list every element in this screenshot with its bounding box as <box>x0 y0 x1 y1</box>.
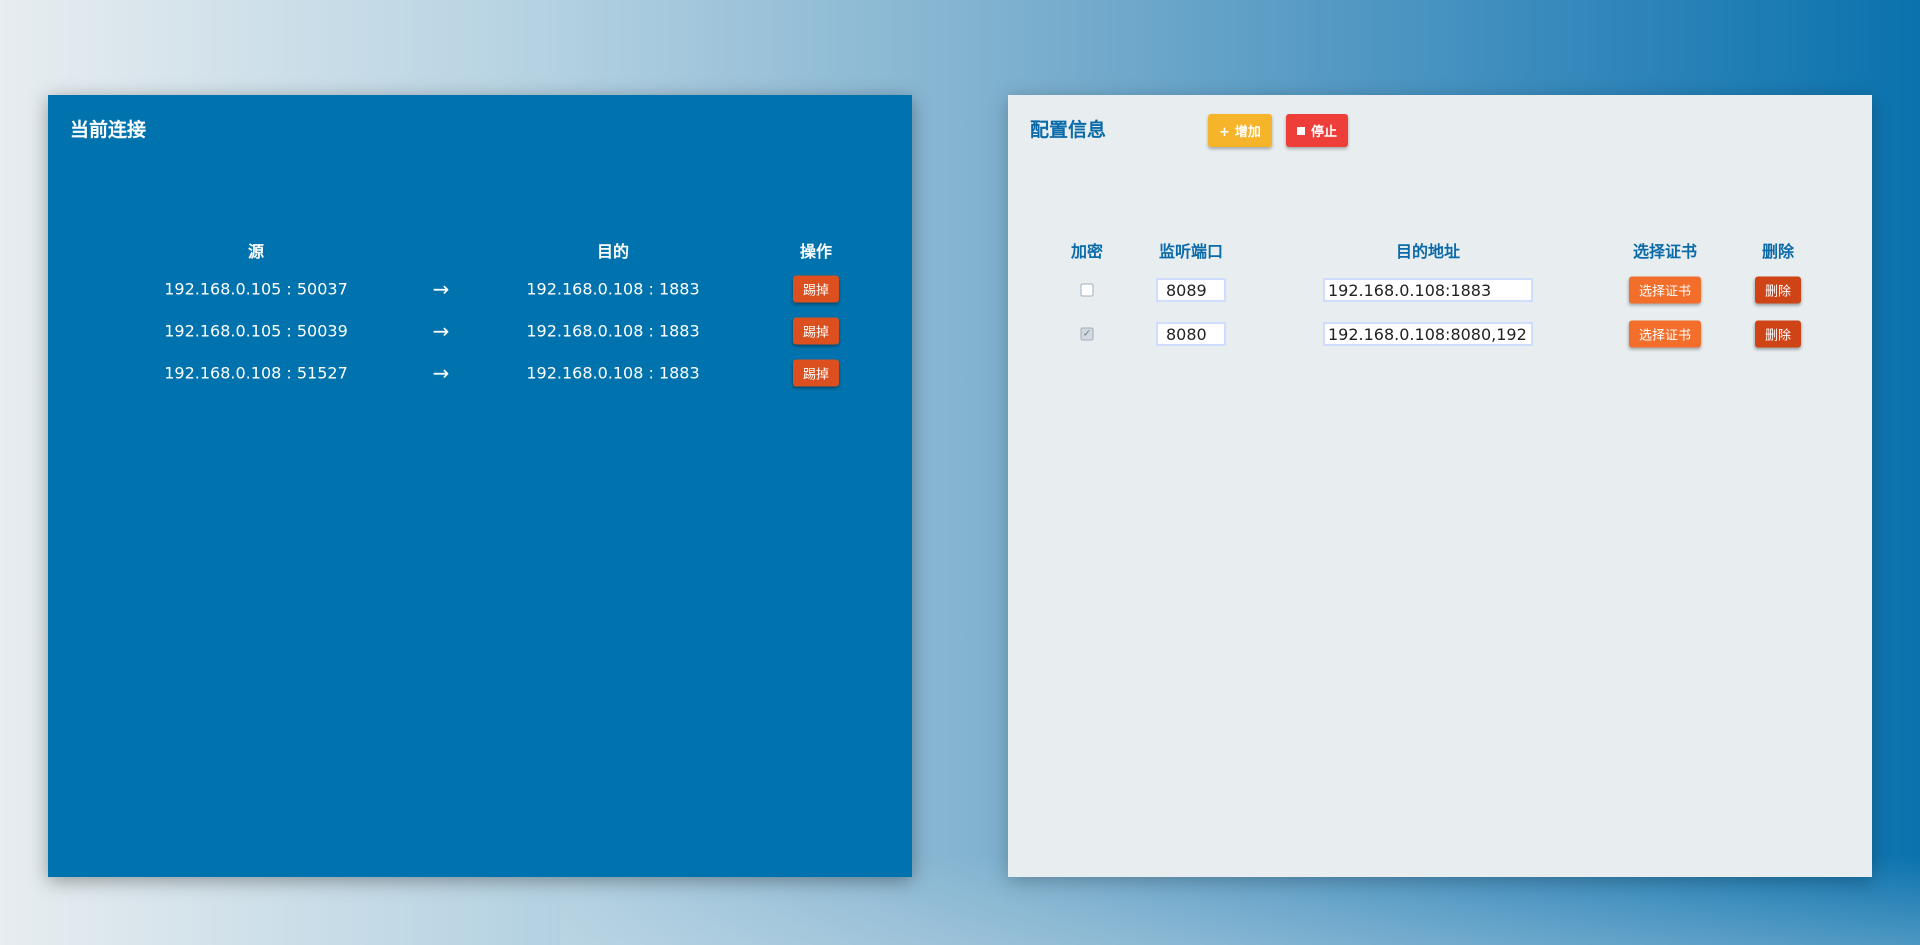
connection-row: 192.168.0.105 : 50037 → 192.168.0.108 : … <box>48 268 912 310</box>
current-connections-panel: 当前连接 源 目的 操作 192.168.0.105 : 50037 → 192… <box>48 95 912 877</box>
header-cert: 选择证书 <box>1632 242 1698 261</box>
header-dest: 目的 <box>596 242 630 261</box>
header-dest-address: 目的地址 <box>1395 242 1461 261</box>
connection-row: 192.168.0.108 : 51527 → 192.168.0.108 : … <box>48 352 912 394</box>
kick-button[interactable]: 踢掉 <box>792 275 840 303</box>
config-title: 配置信息 <box>1030 119 1107 141</box>
connection-row: 192.168.0.105 : 50039 → 192.168.0.108 : … <box>48 310 912 352</box>
plus-icon: + <box>1219 125 1230 140</box>
header-encrypt: 加密 <box>1070 242 1104 261</box>
connections-header-row: 源 目的 操作 <box>48 232 912 268</box>
delete-button[interactable]: 删除 <box>1754 320 1802 348</box>
config-row: 选择证书 删除 <box>1008 270 1872 310</box>
add-button-label: 增加 <box>1234 125 1261 140</box>
connection-source: 192.168.0.105 : 50039 <box>164 321 348 341</box>
header-action: 操作 <box>799 242 833 261</box>
dest-address-input[interactable] <box>1323 322 1533 346</box>
port-input[interactable] <box>1156 278 1226 302</box>
kick-button[interactable]: 踢掉 <box>792 359 840 387</box>
kick-button[interactable]: 踢掉 <box>792 317 840 345</box>
add-button[interactable]: + 增加 <box>1208 114 1272 147</box>
port-input[interactable] <box>1156 322 1226 346</box>
connection-dest: 192.168.0.108 : 1883 <box>526 279 700 299</box>
stop-button[interactable]: 停止 <box>1286 114 1349 147</box>
config-header-row: 加密 监听端口 目的地址 选择证书 删除 <box>1008 235 1872 265</box>
select-cert-button[interactable]: 选择证书 <box>1628 276 1702 304</box>
arrow-right-icon: → <box>432 319 450 343</box>
connections-table: 源 目的 操作 192.168.0.105 : 50037 → 192.168.… <box>48 232 912 394</box>
config-panel: 配置信息 + 增加 停止 加密 监听端口 目的地址 选择证书 删除 选择证书 删除… <box>1008 95 1872 877</box>
connection-dest: 192.168.0.108 : 1883 <box>526 321 700 341</box>
delete-button[interactable]: 删除 <box>1754 276 1802 304</box>
header-source: 源 <box>247 242 265 261</box>
encrypt-checkbox[interactable]: ✓ <box>1080 327 1094 341</box>
dest-address-input[interactable] <box>1323 278 1533 302</box>
config-row: ✓ 选择证书 删除 <box>1008 314 1872 354</box>
select-cert-button[interactable]: 选择证书 <box>1628 320 1702 348</box>
arrow-right-icon: → <box>432 361 450 385</box>
header-delete: 删除 <box>1761 242 1795 261</box>
check-icon: ✓ <box>1082 328 1092 339</box>
encrypt-checkbox[interactable] <box>1080 283 1094 297</box>
header-port: 监听端口 <box>1158 242 1224 261</box>
stop-button-label: 停止 <box>1311 125 1338 140</box>
connection-source: 192.168.0.105 : 50037 <box>164 279 348 299</box>
connection-source: 192.168.0.108 : 51527 <box>164 363 348 383</box>
arrow-right-icon: → <box>432 277 450 301</box>
connection-dest: 192.168.0.108 : 1883 <box>526 363 700 383</box>
stop-square-icon <box>1297 127 1305 135</box>
connections-title: 当前连接 <box>70 119 147 141</box>
